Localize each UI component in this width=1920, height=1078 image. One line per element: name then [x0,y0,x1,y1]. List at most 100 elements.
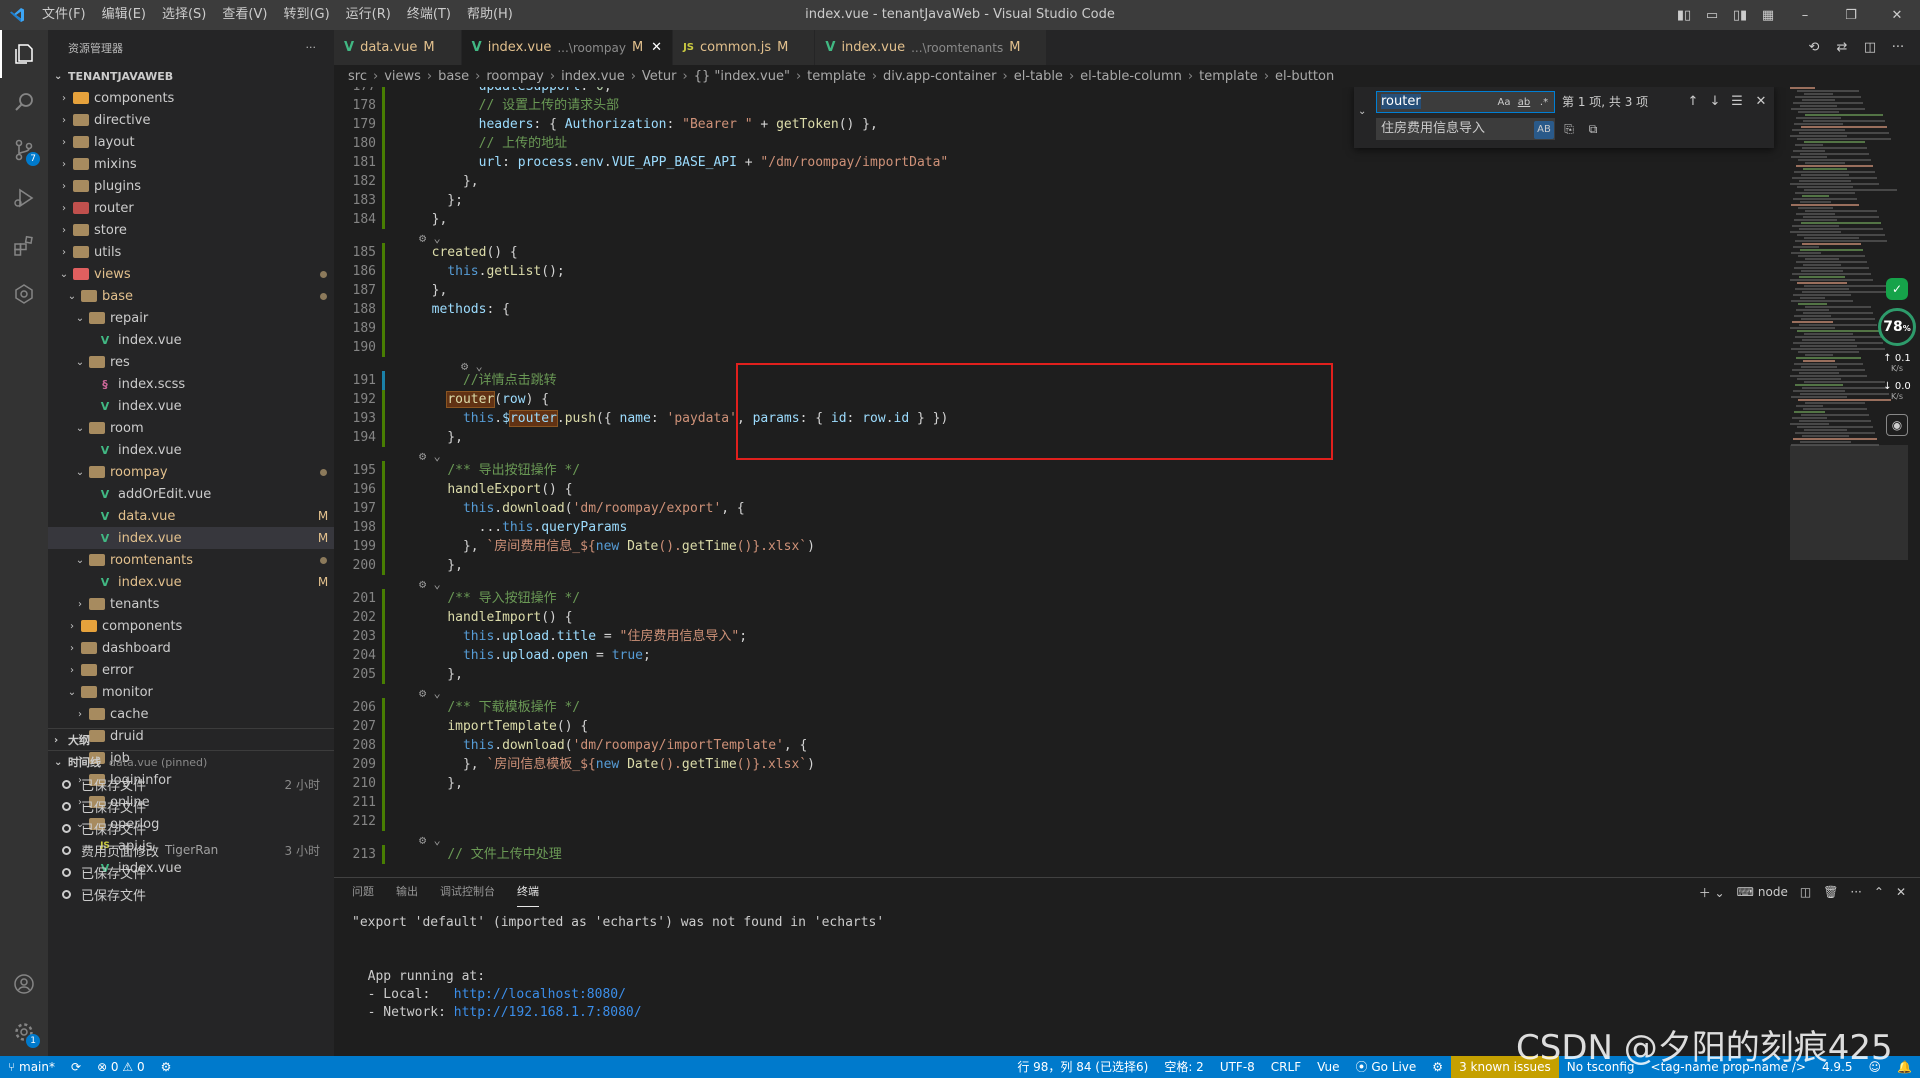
code-line[interactable]: 182 }, [334,172,1774,191]
go-live-button[interactable]: ⦿ Go Live [1348,1056,1425,1078]
terminal-shell-label[interactable]: node [1758,885,1788,899]
sync-icon[interactable]: ⟳ [63,1056,89,1078]
code-line[interactable]: 208 this.download('dm/roompay/importTemp… [334,736,1774,755]
vetur-icon[interactable]: ⚙ [1424,1056,1451,1078]
code-line[interactable]: 201 /** 导入按钮操作 */ [334,589,1774,608]
account-icon[interactable] [0,960,48,1008]
timeline-item[interactable]: 费用页面修改 TigerRan 3 小时 [48,839,334,861]
folder-item[interactable]: ⌄ base [48,285,334,307]
breadcrumb-item[interactable]: div.app-container [883,69,996,84]
code-line[interactable]: 200 }, [334,556,1774,575]
remote-icon[interactable]: ⚙ [153,1056,180,1078]
timeline-item[interactable]: 已保存文件 [48,795,334,817]
code-line[interactable]: 188 methods: { [334,300,1774,319]
end-of-line[interactable]: CRLF [1263,1056,1309,1078]
breadcrumb-item[interactable]: el-button [1275,69,1334,84]
replace-input[interactable]: 住房费用信息导入 AB [1376,118,1555,140]
file-item[interactable]: Vindex.vue [48,439,334,461]
menu-item[interactable]: 文件(F) [34,0,94,30]
encoding[interactable]: UTF-8 [1212,1056,1263,1078]
file-item[interactable]: § index.scss [48,373,334,395]
folder-item[interactable]: ⌄ room [48,417,334,439]
folder-item[interactable]: ⌄ roompay [48,461,334,483]
folder-item[interactable]: ⌄ views [48,263,334,285]
use-regex-icon[interactable]: .* [1534,94,1554,112]
editor-tab[interactable]: Vdata.vue M [334,30,462,65]
folder-item[interactable]: › dashboard [48,637,334,659]
indentation[interactable]: 空格: 2 [1156,1056,1212,1078]
close-panel-icon[interactable]: ✕ [1896,885,1906,899]
code-line[interactable]: 181 url: process.env.VUE_APP_BASE_API + … [334,153,1774,172]
code-line[interactable]: 189 [334,319,1774,338]
code-line[interactable]: 196 handleExport() { [334,480,1774,499]
match-case-icon[interactable]: Aa [1494,94,1514,112]
code-line[interactable]: 202 handleImport() { [334,608,1774,627]
toggle-panel-icon[interactable]: ▭ [1698,8,1726,23]
code-line[interactable]: 185 created() { [334,243,1774,262]
code-line[interactable]: 195 /** 导出按钮操作 */ [334,461,1774,480]
code-line[interactable]: 204 this.upload.open = true; [334,646,1774,665]
new-terminal-icon[interactable]: ＋ ⌄ [1699,884,1725,901]
terminal-local-url[interactable]: http://localhost:8080/ [454,987,626,1002]
folder-item[interactable]: › utils [48,241,334,263]
maximize-panel-icon[interactable]: ⌃ [1874,885,1884,899]
folder-item[interactable]: › store [48,219,334,241]
breadcrumb-item[interactable]: template [807,69,866,84]
cursor-position[interactable]: 行 98，列 84 (已选择6) [1009,1056,1156,1078]
run-debug-icon[interactable] [0,174,48,222]
network-monitor-widget[interactable]: ✓ 78% ↑ 0.1 K/s ↓ 0.0 K/s ◉ [1878,278,1916,436]
replace-one-icon[interactable]: ⎘ [1558,118,1580,140]
open-changes-icon[interactable]: ⇄ [1828,40,1856,55]
minimap-viewport[interactable] [1790,445,1908,560]
preserve-case-icon[interactable]: AB [1534,121,1554,139]
git-branch[interactable]: ⑂ main* [0,1056,63,1078]
terminal-network-url[interactable]: http://192.168.1.7:8080/ [454,1005,642,1020]
replace-all-icon[interactable]: ⧉ [1582,118,1604,140]
code-line[interactable]: 198 ...this.queryParams [334,518,1774,537]
terminal-output[interactable]: "export 'default' (imported as 'echarts'… [352,914,884,1076]
restore-button[interactable]: ❐ [1828,8,1874,23]
match-whole-word-icon[interactable]: ab [1514,94,1534,112]
code-line[interactable]: 199 }, `房间费用信息_${new Date().getTime()}.x… [334,537,1774,556]
minimap[interactable] [1790,87,1908,877]
terminal-shell-icon[interactable]: ⌨ [1737,885,1754,899]
source-control-icon[interactable]: 7 [0,126,48,174]
breadcrumb-item[interactable]: base [438,69,469,84]
file-item[interactable]: Vindex.vue M [48,527,334,549]
folder-item[interactable]: › plugins [48,175,334,197]
more-actions-icon[interactable]: ··· [1884,40,1912,55]
file-item[interactable]: Vdata.vue M [48,505,334,527]
code-line[interactable]: 210 }, [334,774,1774,793]
breadcrumb-item[interactable]: src [348,69,367,84]
editor-tab[interactable]: Vindex.vue ...\roomtenants M [815,30,1048,65]
find-input[interactable]: router Aa ab .* [1376,91,1555,113]
problems-count[interactable]: ⊗ 0 ⚠ 0 [89,1056,153,1078]
remote-explorer-icon[interactable] [0,270,48,318]
extensions-icon[interactable] [0,222,48,270]
editor-tab[interactable]: JS common.js M [673,30,816,65]
folder-item[interactable]: › tenants [48,593,334,615]
code-line[interactable]: 183 }; [334,191,1774,210]
code-line[interactable]: 187 }, [334,281,1774,300]
code-line[interactable]: 203 this.upload.title = "住房费用信息导入"; [334,627,1774,646]
find-in-selection-icon[interactable]: ☰ [1726,91,1748,113]
menu-item[interactable]: 编辑(E) [94,0,154,30]
folder-item[interactable]: › directive [48,109,334,131]
breadcrumb-item[interactable]: index.vue [561,69,625,84]
file-item[interactable]: VaddOrEdit.vue [48,483,334,505]
menu-item[interactable]: 选择(S) [154,0,214,30]
explorer-more-button[interactable]: ··· [306,41,317,54]
code-line[interactable]: 209 }, `房间信息模板_${new Date().getTime()}.x… [334,755,1774,774]
folder-item[interactable]: ⌄ repair [48,307,334,329]
code-line[interactable]: 184 }, [334,210,1774,229]
timeline-header[interactable]: ⌄ 时间线 data.vue (pinned) [48,751,334,773]
toggle-secondary-sidebar-icon[interactable]: ▯▮ [1726,8,1754,23]
code-line[interactable]: 206 /** 下载模板操作 */ [334,698,1774,717]
code-line[interactable]: 186 this.getList(); [334,262,1774,281]
folder-item[interactable]: › router [48,197,334,219]
timeline-history-icon[interactable]: ⟲ [1800,40,1828,55]
menu-item[interactable]: 运行(R) [338,0,399,30]
toggle-sidebar-icon[interactable]: ▮▯ [1670,8,1698,23]
next-match-icon[interactable]: ↓ [1704,91,1726,113]
outline-section[interactable]: › 大纲 [48,728,334,751]
